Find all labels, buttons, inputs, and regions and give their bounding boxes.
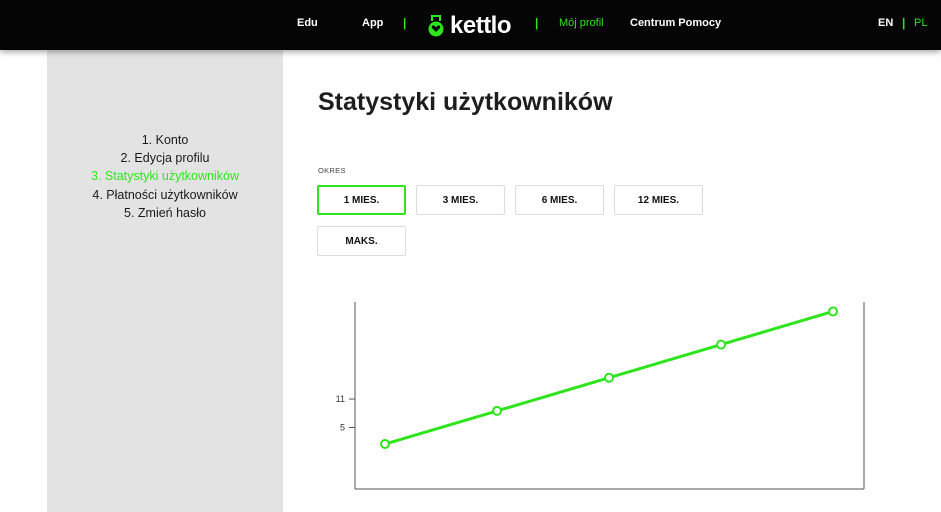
lang-separator: | <box>902 16 906 30</box>
period-6-months-button[interactable]: 6 MIES. <box>515 185 604 215</box>
lang-en-link[interactable]: EN <box>878 17 893 29</box>
kettlo-logo[interactable]: kettlo <box>428 12 512 40</box>
sidebar-item-edit-profile[interactable]: 2. Edycja profilu <box>47 149 283 167</box>
y-tick-label: 5 <box>340 422 345 432</box>
page-title: Statystyki użytkowników <box>318 88 613 116</box>
nav-link-app[interactable]: App <box>362 17 383 29</box>
data-point <box>492 405 502 416</box>
nav-link-edu[interactable]: Edu <box>297 17 318 29</box>
sidebar-item-user-payments[interactable]: 4. Płatności użytkowników <box>47 186 283 204</box>
sidebar-item-account[interactable]: 1. Konto <box>47 131 283 149</box>
period-max-button[interactable]: MAKS. <box>317 226 406 256</box>
sidebar-item-user-statistics[interactable]: 3. Statystyki użytkowników <box>47 167 283 185</box>
kettlebell-icon <box>428 15 444 37</box>
period-12-months-button[interactable]: 12 MIES. <box>614 185 703 215</box>
data-point <box>380 439 390 450</box>
y-axis-ticks: 5 11 <box>336 394 355 432</box>
profile-menu: 1. Konto 2. Edycja profilu 3. Statystyki… <box>47 131 283 222</box>
nav-link-my-profile[interactable]: Mój profil <box>559 17 604 29</box>
y-tick-label: 11 <box>336 394 345 404</box>
nav-separator: | <box>403 16 407 30</box>
logo-text: kettlo <box>450 12 512 39</box>
lang-pl-link[interactable]: PL <box>914 17 927 29</box>
top-navigation-bar: Edu App | kettlo | Mój profil Centrum Po… <box>0 0 941 50</box>
data-point <box>604 372 614 383</box>
nav-separator: | <box>535 16 539 30</box>
data-points <box>380 306 838 450</box>
period-label: OKRES <box>318 166 346 175</box>
user-statistics-chart: 5 11 <box>336 302 865 490</box>
nav-link-help-center[interactable]: Centrum Pomocy <box>630 17 721 29</box>
profile-sidebar: 1. Konto 2. Edycja profilu 3. Statystyki… <box>47 50 283 512</box>
period-3-months-button[interactable]: 3 MIES. <box>416 185 505 215</box>
period-1-month-button[interactable]: 1 MIES. <box>317 185 406 215</box>
sidebar-item-change-password[interactable]: 5. Zmień hasło <box>47 204 283 222</box>
data-point <box>716 339 726 350</box>
data-point <box>828 306 838 317</box>
